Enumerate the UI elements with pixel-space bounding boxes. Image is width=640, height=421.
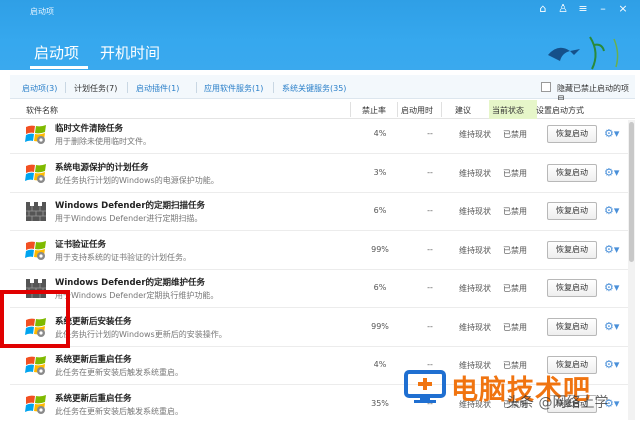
windows-logo-icon xyxy=(25,354,47,376)
tab-boot-time[interactable]: 开机时间 xyxy=(100,42,160,63)
red-highlight-box xyxy=(0,290,70,348)
watermark-sub: 头条 @网络上学 xyxy=(506,395,609,411)
disable-rate: 99% xyxy=(371,321,389,331)
table-row: 系统更新后安装任务 此任务执行计划的Windows更新后的安装操作。 99% -… xyxy=(10,308,628,347)
startup-time: -- xyxy=(427,206,433,215)
table-row: 临时文件清除任务 用于删除未使用临时文件。 4% -- 维持现状 已禁用 恢复启… xyxy=(10,120,628,154)
task-description: 用于Windows Defender定期执行维护功能。 xyxy=(55,291,219,300)
column-name[interactable]: 软件名称 xyxy=(26,105,58,116)
gear-dropdown-icon[interactable]: ⚙▾ xyxy=(604,127,619,141)
category-filter-bar: 启动项(3) 计划任务(7) 启动插件(1) 应用软件服务(1) 系统关键服务(… xyxy=(10,75,635,104)
filter-scheduled-tasks[interactable]: 计划任务(7) xyxy=(74,83,117,94)
active-tab-indicator xyxy=(30,66,88,69)
restore-startup-button[interactable]: 恢复启动 xyxy=(547,317,597,336)
gear-dropdown-icon[interactable]: ⚙▾ xyxy=(604,166,619,180)
monitor-logo-icon xyxy=(404,370,446,403)
task-description: 用于Windows Defender进行定期扫描。 xyxy=(55,214,203,223)
current-status: 已禁用 xyxy=(503,168,527,178)
skin-icon[interactable]: ⌂ xyxy=(536,2,550,16)
gear-dropdown-icon[interactable]: ⚙▾ xyxy=(604,204,619,218)
scrollbar-thumb[interactable] xyxy=(629,122,634,262)
task-description: 用于删除未使用临时文件。 xyxy=(55,137,151,146)
windows-logo-icon xyxy=(25,239,47,261)
window-controls: ⌂ ♙ ≡ – × xyxy=(536,2,630,16)
restore-startup-button[interactable]: 恢复启动 xyxy=(547,202,597,220)
table-row: Windows Defender的定期扫描任务 用于Windows Defend… xyxy=(10,193,628,231)
task-description: 此任务在更新安装后触发系统重启。 xyxy=(55,406,183,416)
menu-icon[interactable]: ≡ xyxy=(576,2,590,16)
windows-logo-icon xyxy=(25,393,47,415)
shirt-icon[interactable]: ♙ xyxy=(556,2,570,16)
disable-rate: 99% xyxy=(371,244,389,254)
restore-startup-button[interactable]: 恢复启动 xyxy=(547,163,597,182)
task-title: 系统更新后重启任务 xyxy=(55,393,132,404)
task-title: 系统电源保护的计划任务 xyxy=(55,162,149,173)
defender-castle-icon xyxy=(25,200,47,222)
disable-rate: 35% xyxy=(371,398,389,408)
filter-startup-plugins[interactable]: 启动插件(1) xyxy=(136,83,179,94)
task-title: Windows Defender的定期扫描任务 xyxy=(55,201,206,211)
startup-time: -- xyxy=(427,129,433,138)
startup-time: -- xyxy=(427,283,433,292)
windows-logo-icon xyxy=(25,123,47,145)
restore-startup-button[interactable]: 恢复启动 xyxy=(547,240,597,259)
filter-startup-items[interactable]: 启动项(3) xyxy=(22,83,57,94)
startup-time: -- xyxy=(427,167,433,177)
table-row: 证书验证任务 用于支持系统的证书验证的计划任务。 99% -- 维持现状 已禁用… xyxy=(10,231,628,270)
minimize-icon[interactable]: – xyxy=(596,2,610,16)
disable-rate: 4% xyxy=(373,360,387,369)
task-description: 此任务在更新安装后触发系统重启。 xyxy=(55,368,183,377)
task-description: 此任务执行计划的Windows更新后的安装操作。 xyxy=(55,329,227,339)
gear-dropdown-icon[interactable]: ⚙▾ xyxy=(604,281,619,295)
gear-dropdown-icon[interactable]: ⚙▾ xyxy=(604,243,619,257)
filter-system-services[interactable]: 系统关键服务(35) xyxy=(282,83,346,94)
restore-startup-button[interactable]: 恢复启动 xyxy=(547,279,597,297)
current-status: 已禁用 xyxy=(503,245,527,255)
tab-startup-items[interactable]: 启动项 xyxy=(34,42,79,63)
current-status: 已禁用 xyxy=(503,322,527,332)
app-header: 启动项 启动项 开机时间 ⌂ ♙ ≡ – × xyxy=(0,0,640,70)
task-title: 临时文件清除任务 xyxy=(55,124,124,134)
current-status: 已禁用 xyxy=(503,130,527,139)
current-status: 已禁用 xyxy=(503,207,527,216)
table-row: 系统电源保护的计划任务 此任务执行计划的Windows的电源保护功能。 3% -… xyxy=(10,154,628,193)
filter-app-services[interactable]: 应用软件服务(1) xyxy=(204,83,263,94)
column-status[interactable]: 当前状态 xyxy=(492,105,524,116)
restore-startup-button[interactable]: 恢复启动 xyxy=(547,125,597,143)
app-name: 启动项 xyxy=(30,7,54,16)
disable-rate: 6% xyxy=(373,283,387,292)
table-header: 软件名称 禁止率 启动用时 建议 当前状态 设置启动方式 xyxy=(10,100,635,119)
disable-rate: 6% xyxy=(373,206,387,215)
current-status: 已禁用 xyxy=(503,284,527,293)
task-title: Windows Defender的定期维护任务 xyxy=(55,278,206,288)
windows-logo-icon xyxy=(25,162,47,184)
watermark: 电脑技术吧 头条 @网络上学 xyxy=(398,362,640,421)
column-advice[interactable]: 建议 xyxy=(455,105,471,116)
task-title: 证书验证任务 xyxy=(55,239,107,250)
close-icon[interactable]: × xyxy=(616,2,630,16)
startup-time: -- xyxy=(427,244,433,254)
table-row: Windows Defender的定期维护任务 用于Windows Defend… xyxy=(10,270,628,308)
task-description: 用于支持系统的证书验证的计划任务。 xyxy=(55,252,191,262)
swallow-decoration-icon xyxy=(548,36,619,70)
task-title: 系统更新后重启任务 xyxy=(55,355,132,365)
column-rate[interactable]: 禁止率 xyxy=(362,105,386,116)
hide-disabled-checkbox[interactable] xyxy=(541,82,551,92)
column-time[interactable]: 启动用时 xyxy=(401,105,433,116)
disable-rate: 3% xyxy=(373,167,387,177)
task-description: 此任务执行计划的Windows的电源保护功能。 xyxy=(55,175,219,185)
gear-dropdown-icon[interactable]: ⚙▾ xyxy=(604,320,619,334)
column-method: 设置启动方式 xyxy=(536,106,584,115)
startup-time: -- xyxy=(427,321,433,331)
disable-rate: 4% xyxy=(373,129,387,138)
